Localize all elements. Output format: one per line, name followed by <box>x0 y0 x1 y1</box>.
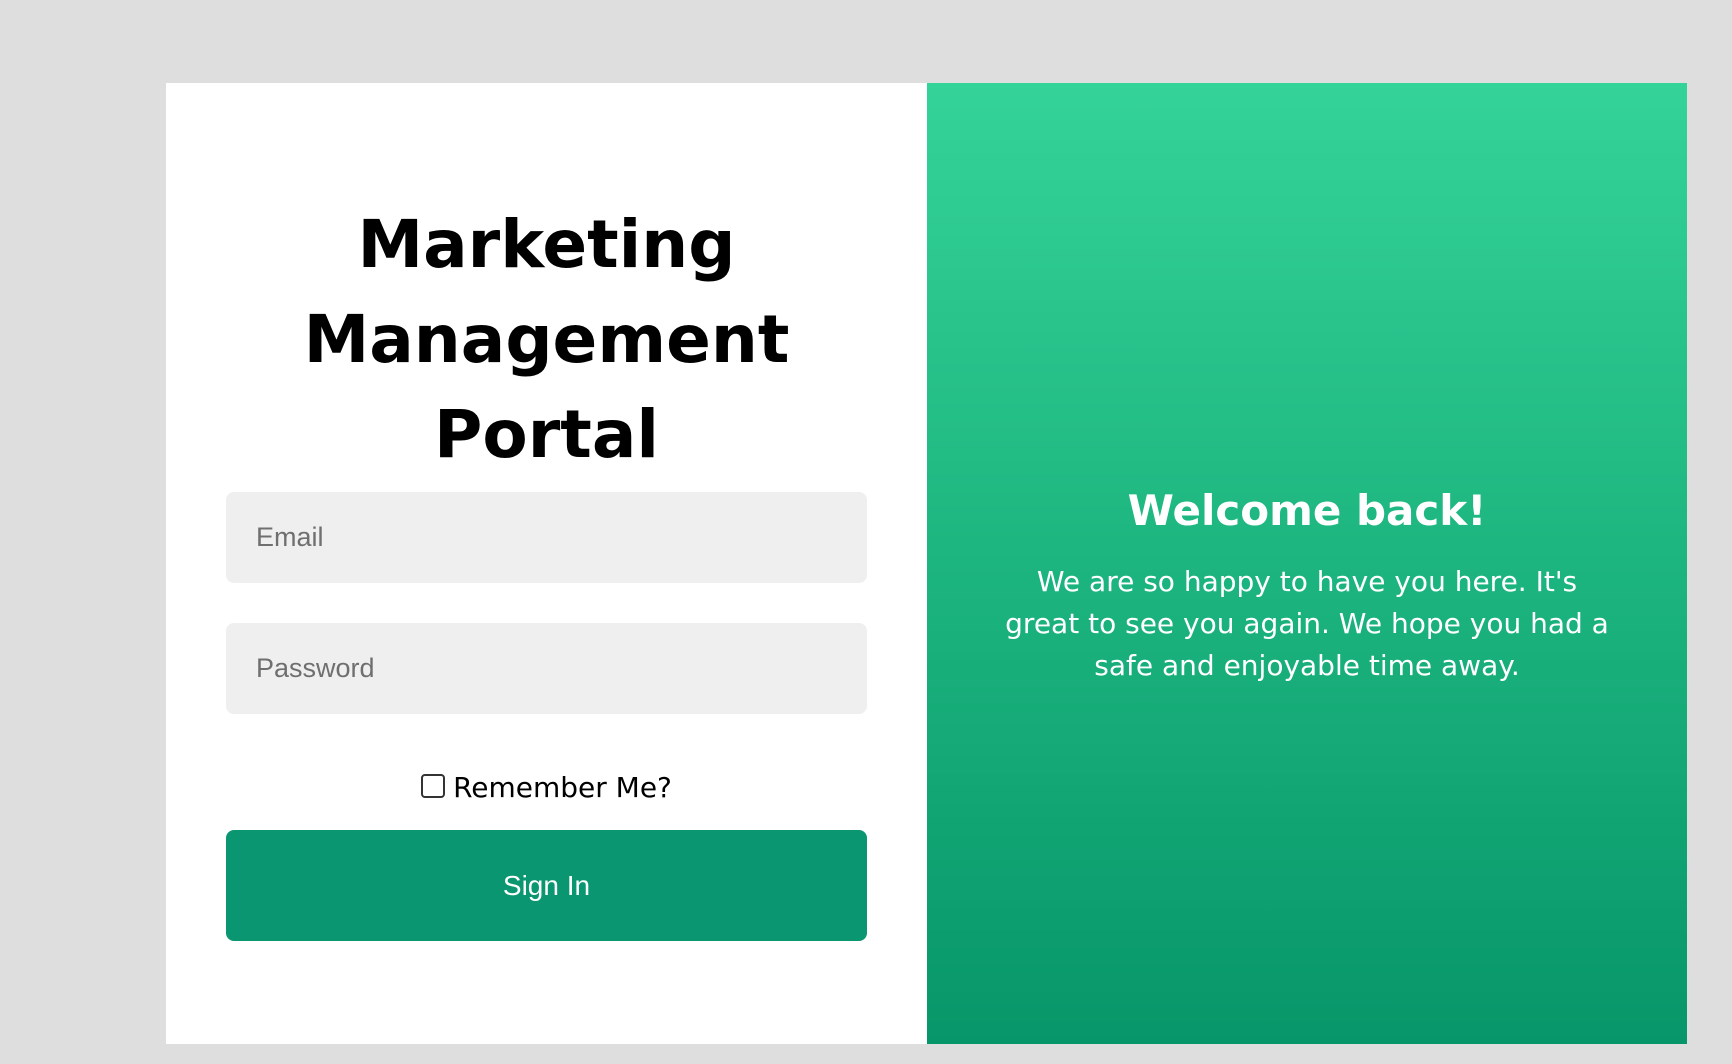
welcome-heading: Welcome back! <box>1127 485 1487 535</box>
page-title-line-1: Marketing <box>357 206 736 284</box>
login-card: Marketing Management Portal Remember Me?… <box>166 83 1687 1044</box>
sign-in-button[interactable]: Sign In <box>226 830 867 941</box>
email-field[interactable] <box>226 492 867 583</box>
page-title: Marketing Management Portal <box>166 197 927 482</box>
remember-me-label: Remember Me? <box>453 771 672 804</box>
remember-me-row[interactable]: Remember Me? <box>166 771 927 804</box>
password-field[interactable] <box>226 623 867 714</box>
welcome-panel: Welcome back! We are so happy to have yo… <box>927 83 1687 1044</box>
welcome-message: We are so happy to have you here. It's g… <box>1005 565 1609 682</box>
remember-me-checkbox[interactable] <box>421 773 446 798</box>
login-panel: Marketing Management Portal Remember Me?… <box>166 83 927 1044</box>
page-title-line-2: Management <box>303 301 790 379</box>
page-title-line-3: Portal <box>434 396 659 474</box>
